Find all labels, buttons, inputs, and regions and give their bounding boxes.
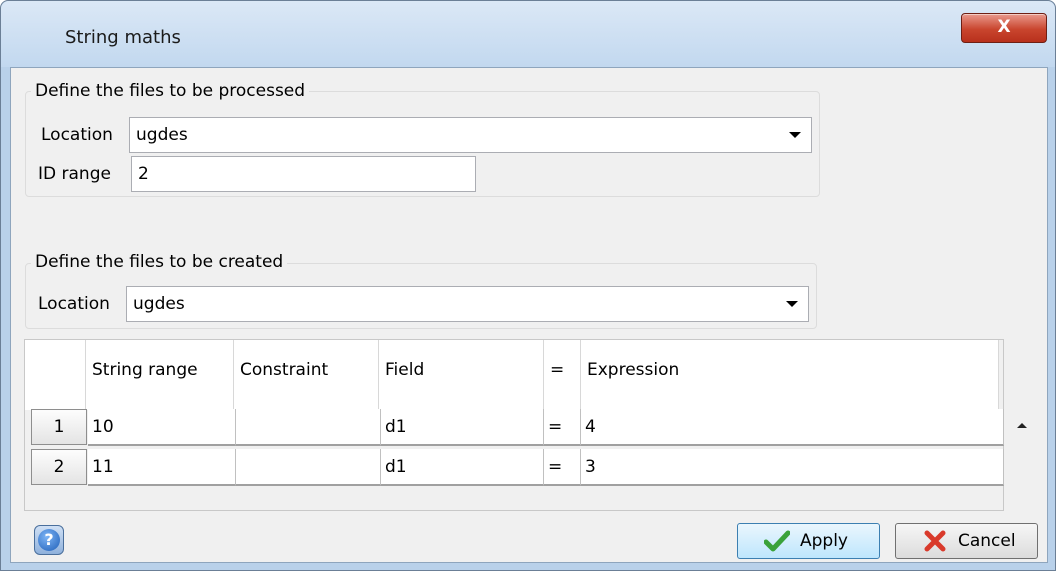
chevron-down-icon[interactable] (786, 301, 798, 307)
created-location-label: Location (38, 294, 110, 314)
id-range-label: ID range (38, 164, 111, 184)
cell-equals-1[interactable]: = (544, 409, 581, 446)
checkmark-icon (764, 530, 790, 552)
id-range-input[interactable]: 2 (131, 156, 476, 192)
column-header-constraint[interactable]: Constraint (234, 340, 379, 410)
cell-constraint-2[interactable] (236, 449, 381, 486)
created-location-value: ugdes (133, 294, 185, 314)
close-button[interactable]: X (961, 13, 1047, 43)
created-location-combo[interactable]: ugdes (126, 286, 809, 322)
created-files-legend: Define the files to be created (31, 252, 288, 272)
cancel-button[interactable]: Cancel (895, 523, 1038, 559)
apply-label: Apply (800, 531, 848, 551)
processed-location-combo[interactable]: ugdes (129, 117, 812, 153)
row-header-2[interactable]: 2 (31, 449, 87, 485)
string-maths-window: String maths X Define the files to be pr… (0, 0, 1056, 571)
cell-constraint-1[interactable] (236, 409, 381, 446)
processed-files-legend: Define the files to be processed (31, 81, 310, 101)
cell-expression-1[interactable]: 4 (581, 409, 1004, 446)
column-header-expression[interactable]: Expression (581, 340, 999, 410)
apply-button[interactable]: Apply (737, 523, 880, 559)
window-title: String maths (65, 27, 181, 48)
cell-string-range-1[interactable]: 10 (88, 409, 236, 446)
cell-expression-2[interactable]: 3 (581, 449, 1004, 486)
column-header-string-range[interactable]: String range (86, 340, 234, 410)
help-button[interactable]: ? (34, 525, 64, 555)
cross-icon (924, 530, 946, 552)
cell-field-2[interactable]: d1 (381, 449, 544, 486)
processed-location-label: Location (41, 125, 113, 145)
column-header-equals[interactable]: = (544, 340, 581, 410)
cell-equals-2[interactable]: = (544, 449, 581, 486)
row-header-1[interactable]: 1 (31, 409, 87, 445)
grid-scrollbar[interactable] (1004, 407, 1038, 491)
cell-string-range-2[interactable]: 11 (88, 449, 236, 486)
help-icon: ? (38, 529, 60, 551)
processed-location-value: ugdes (136, 125, 188, 145)
column-header-field[interactable]: Field (379, 340, 544, 410)
grid-corner (25, 340, 86, 410)
scroll-up-arrow-icon[interactable] (1017, 423, 1027, 428)
chevron-down-icon[interactable] (789, 132, 801, 138)
cell-field-1[interactable]: d1 (381, 409, 544, 446)
title-bar[interactable]: String maths X (1, 1, 1055, 67)
cancel-label: Cancel (958, 531, 1016, 551)
